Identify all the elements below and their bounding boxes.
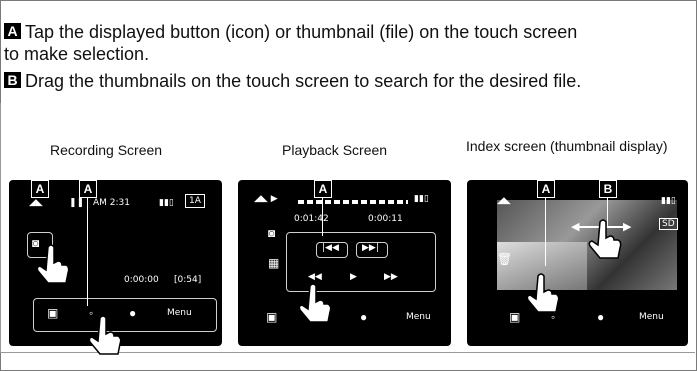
playback-icon[interactable]: ▣ (509, 310, 520, 324)
trash-icon[interactable]: 🗑 (497, 252, 512, 266)
info-icon[interactable]: ● (597, 310, 604, 324)
pause-icon: ❚❚ (69, 198, 85, 208)
left-border (0, 103, 1, 352)
sd-icon: SD (659, 218, 678, 230)
recording-remaining: [0:54] (174, 275, 202, 285)
touch-hand-icon (88, 315, 122, 355)
playback-pointer-line (322, 196, 323, 236)
playback-icon[interactable]: ▣ (266, 310, 277, 324)
touch-hand-icon (588, 219, 622, 259)
recording-tag-a2: A (79, 180, 97, 198)
fast-forward-icon[interactable]: ▶▶ (384, 272, 398, 282)
recording-pointer-line (87, 196, 88, 306)
drag-arrow-right-icon: ▶ (623, 220, 632, 233)
instruction-a-line1: Tap the displayed button (icon) or thumb… (25, 22, 578, 42)
badge-a: A (4, 23, 21, 39)
playback-menu-label[interactable]: Menu (406, 312, 431, 322)
skip-back-icon: |◀◀ (322, 243, 339, 253)
recording-title: Recording Screen (50, 142, 163, 158)
index-tag-a: A (537, 180, 555, 198)
recording-tag-a1: A (31, 180, 49, 198)
playback-tag-a: A (314, 180, 332, 198)
playback-elapsed: 0:01:42 (294, 214, 329, 224)
playback-progress-bar (298, 200, 408, 204)
playback-screen: ◢◣ ▶ ▮▮▯ 0:01:42 0:00:11 ◙ ▦ |◀◀ ▶▶| ◀◀ … (238, 180, 451, 346)
touch-hand-icon (526, 273, 560, 313)
badge-b: B (4, 72, 21, 88)
recording-menu-label[interactable]: Menu (167, 308, 192, 318)
info-icon[interactable]: ● (360, 310, 367, 324)
battery-icon: ▮▮▯ (159, 198, 174, 208)
playback-total: 0:00:11 (368, 214, 403, 224)
index-menu-label[interactable]: Menu (639, 312, 664, 322)
recording-timecode: 0:00:00 (124, 275, 159, 285)
touch-hand-icon (36, 244, 70, 284)
quality-icon: 1A (185, 194, 205, 208)
playback-mode-icon: ◢◣ ▶ (254, 194, 278, 204)
camera-mode-icon: ◢◣ (29, 198, 43, 208)
touch-hand-icon (298, 283, 332, 323)
index-tag-b: B (599, 180, 617, 198)
index-pointer-line-a (545, 196, 546, 266)
play-icon[interactable]: ▶ (350, 272, 357, 282)
battery-icon: ▮▮▯ (414, 194, 429, 204)
drag-arrow-left-icon: ◀ (571, 220, 580, 233)
instruction-b-text: Drag the thumbnails on the touch screen … (25, 71, 582, 91)
index-screen: ◢◣ ▮▮▯ SD 🗑 ◀ ▶ ▣ ◦ ● Menu A B (467, 180, 688, 346)
instruction-a: A Tap the displayed button (icon) or thum… (4, 21, 577, 43)
instruction-a-line2: to make selection. (4, 44, 150, 64)
recording-clock: AM 2:31 (93, 198, 130, 208)
skip-forward-icon: ▶▶| (362, 243, 379, 253)
battery-icon: ▮▮▯ (661, 196, 676, 206)
playback-icon[interactable]: ▣ (47, 306, 58, 320)
index-mode-icon: ◢◣ (497, 196, 511, 206)
rewind-icon[interactable]: ◀◀ (308, 272, 322, 282)
instruction-b: B Drag the thumbnails on the touch screen… (4, 70, 581, 92)
camera-icon[interactable]: ◙ (268, 226, 275, 240)
index-icon[interactable]: ▦ (268, 256, 279, 270)
index-title: Index screen (thumbnail display) (466, 138, 668, 154)
playback-title: Playback Screen (282, 142, 388, 158)
info-icon[interactable]: ● (129, 306, 136, 320)
